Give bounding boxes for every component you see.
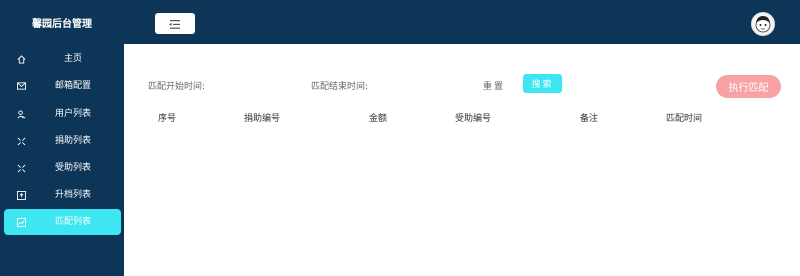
sidebar-item-label: 捐助列表 xyxy=(54,136,91,146)
avatar[interactable] xyxy=(751,12,775,36)
sidebar-item-label: 受助列表 xyxy=(54,163,91,173)
sidebar-item-label: 邮箱配置 xyxy=(54,81,91,91)
app-title: 馨园后台管理 xyxy=(32,18,92,30)
menu-toggle-button[interactable] xyxy=(155,13,195,34)
reset-button[interactable]: 重置 xyxy=(483,79,505,92)
sidebar-item-label: 主页 xyxy=(63,54,82,64)
match-end-time-label[interactable]: 匹配结束时间: xyxy=(311,79,368,92)
column-header-index: 序号 xyxy=(158,114,177,124)
sidebar-item-matches[interactable]: 匹配列表 xyxy=(4,209,121,235)
search-button[interactable]: 搜索 xyxy=(523,74,562,93)
sidebar-item-donations[interactable]: 捐助列表 xyxy=(4,128,121,154)
sidebar-item-upgrades[interactable]: 升档列表 xyxy=(4,182,121,208)
column-header-donation-id: 捐助编号 xyxy=(244,114,281,124)
sidebar-item-recipients[interactable]: 受助列表 xyxy=(4,155,121,181)
execute-match-button[interactable]: 执行匹配 xyxy=(716,75,781,98)
sidebar-item-label: 匹配列表 xyxy=(54,217,91,227)
match-start-time-label[interactable]: 匹配开始时间: xyxy=(148,79,205,92)
sidebar-item-users[interactable]: 用户列表 xyxy=(4,101,121,127)
sidebar-item-email-config[interactable]: 邮箱配置 xyxy=(4,73,121,99)
sidebar-item-label: 用户列表 xyxy=(54,109,91,119)
column-header-notes: 备注 xyxy=(580,114,599,124)
column-header-match-time: 匹配时间 xyxy=(666,114,703,124)
sidebar-item-home[interactable]: 主页 xyxy=(4,46,121,72)
column-header-amount: 金额 xyxy=(369,114,388,124)
main-content xyxy=(124,44,800,276)
column-header-recipient-id: 受助编号 xyxy=(455,114,492,124)
menu-icon xyxy=(169,14,181,33)
sidebar-item-label: 升档列表 xyxy=(54,190,91,200)
